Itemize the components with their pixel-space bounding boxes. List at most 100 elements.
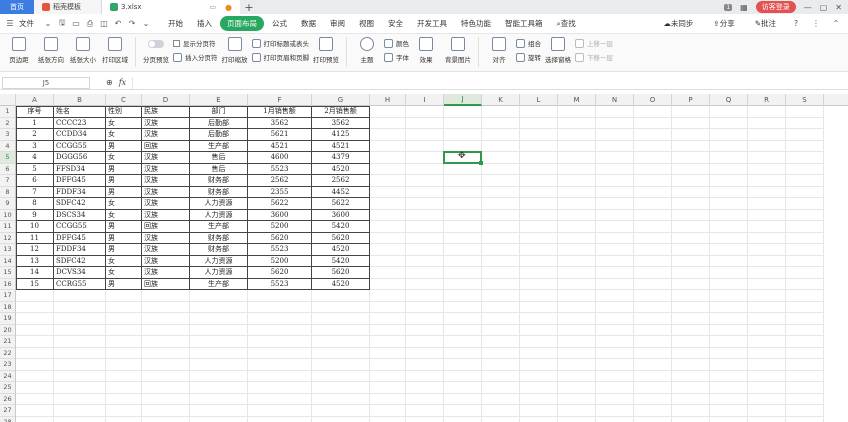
column-header-f[interactable]: F [248,94,312,106]
cell-h25[interactable] [370,382,406,394]
cell-g19[interactable] [312,313,370,325]
cell-j25[interactable] [444,382,482,394]
cell-q2[interactable] [710,117,748,129]
cell-c25[interactable] [106,382,142,394]
row-header-3[interactable]: 3 [0,129,15,141]
cell-j12[interactable] [444,232,482,244]
cell-r18[interactable] [748,301,786,313]
cell-c20[interactable] [106,324,142,336]
cell-g24[interactable] [312,370,370,382]
cell-s11[interactable] [786,221,824,233]
column-header-i[interactable]: I [406,94,444,106]
column-header-n[interactable]: N [596,94,634,106]
row-header-4[interactable]: 4 [0,141,15,152]
cell-a17[interactable] [16,290,54,302]
cell-k12[interactable] [482,232,520,244]
cell-e20[interactable] [190,324,248,336]
cell-i5[interactable] [406,152,444,164]
cell-h12[interactable] [370,232,406,244]
bring-forward-button[interactable]: 上移一层 [575,38,613,48]
cell-o25[interactable] [634,382,672,394]
cell-d22[interactable] [142,347,190,359]
cell-s27[interactable] [786,405,824,417]
cell-p19[interactable] [672,313,710,325]
cell-i19[interactable] [406,313,444,325]
cell-h2[interactable] [370,117,406,129]
undo-icon[interactable]: ↶ [112,18,124,30]
cell-o18[interactable] [634,301,672,313]
row-header-7[interactable]: 7 [0,175,15,187]
cell-k21[interactable] [482,336,520,348]
cell-r12[interactable] [748,232,786,244]
cell-s5[interactable] [786,152,824,164]
cell-o6[interactable] [634,163,672,175]
menu-page-layout[interactable]: 页面布局 [220,16,264,31]
cell-j28[interactable] [444,416,482,422]
cell-o10[interactable] [634,209,672,221]
cell-h7[interactable] [370,175,406,187]
cell-m17[interactable] [558,290,596,302]
cell-r27[interactable] [748,405,786,417]
cell-i4[interactable] [406,140,444,152]
menu-toolbox[interactable]: 智能工具箱 [499,16,549,31]
cell-n25[interactable] [596,382,634,394]
tab-template[interactable]: 稻壳模板 [34,0,102,14]
cell-a28[interactable] [16,416,54,422]
cell-d20[interactable] [142,324,190,336]
cell-h9[interactable] [370,198,406,210]
cell-q25[interactable] [710,382,748,394]
cell-p25[interactable] [672,382,710,394]
cell-s1[interactable] [786,106,824,118]
cell-o28[interactable] [634,416,672,422]
row-header-2[interactable]: 2 [0,118,15,129]
row-header-14[interactable]: 14 [0,256,15,267]
cell-n14[interactable] [596,255,634,267]
cell-r20[interactable] [748,324,786,336]
cell-h23[interactable] [370,359,406,371]
cell-k9[interactable] [482,198,520,210]
send-backward-button[interactable]: 下移一层 [575,52,613,62]
cell-l4[interactable] [520,140,558,152]
cell-i15[interactable] [406,267,444,279]
cell-a20[interactable] [16,324,54,336]
cell-m24[interactable] [558,370,596,382]
cell-m11[interactable] [558,221,596,233]
cell-j3[interactable] [444,129,482,141]
cell-p9[interactable] [672,198,710,210]
cell-p27[interactable] [672,405,710,417]
cell-k6[interactable] [482,163,520,175]
cell-i2[interactable] [406,117,444,129]
cell-r25[interactable] [748,382,786,394]
cell-p28[interactable] [672,416,710,422]
cell-j9[interactable] [444,198,482,210]
cell-j13[interactable] [444,244,482,256]
cell-m14[interactable] [558,255,596,267]
cell-r5[interactable] [748,152,786,164]
cell-r8[interactable] [748,186,786,198]
cell-h8[interactable] [370,186,406,198]
cell-s4[interactable] [786,140,824,152]
column-header-d[interactable]: D [142,94,190,106]
cell-p26[interactable] [672,393,710,405]
row-header-22[interactable]: 22 [0,348,15,359]
cell-k1[interactable] [482,106,520,118]
select-pane-button[interactable]: 选择窗格 [543,37,573,64]
cell-g25[interactable] [312,382,370,394]
cell-f22[interactable] [248,347,312,359]
row-header-10[interactable]: 10 [0,210,15,221]
rotate-button[interactable]: 旋转 [516,52,541,62]
cell-q15[interactable] [710,267,748,279]
cell-o22[interactable] [634,347,672,359]
cell-q27[interactable] [710,405,748,417]
cell-i9[interactable] [406,198,444,210]
cell-g20[interactable] [312,324,370,336]
cell-m6[interactable] [558,163,596,175]
cell-q6[interactable] [710,163,748,175]
cell-e25[interactable] [190,382,248,394]
cell-h28[interactable] [370,416,406,422]
cell-r22[interactable] [748,347,786,359]
column-header-a[interactable]: A [16,94,54,106]
cell-r14[interactable] [748,255,786,267]
cell-p21[interactable] [672,336,710,348]
cell-s2[interactable] [786,117,824,129]
